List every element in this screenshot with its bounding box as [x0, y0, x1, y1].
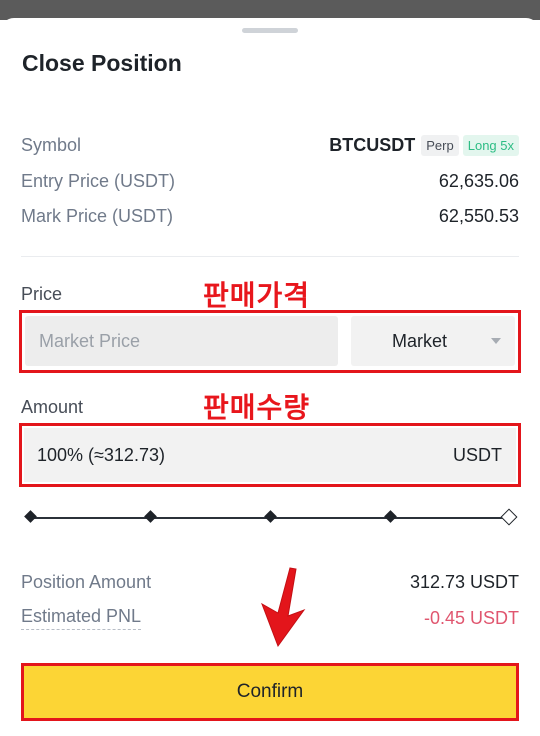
price-label: Price: [21, 284, 63, 304]
sheet-title: Close Position: [22, 50, 182, 76]
mark-price-value: 62,550.53: [438, 205, 519, 226]
amount-label: Amount: [21, 397, 84, 417]
symbol-row: Symbol BTCUSDT Perp Long 5x: [21, 132, 519, 158]
price-placeholder: Market Price: [39, 330, 141, 351]
mark-price-label: Mark Price (USDT): [21, 205, 173, 226]
price-annotation: 판매가격: [203, 279, 311, 312]
entry-price-value: 62,635.06: [438, 170, 519, 191]
position-amount-value: 312.73 USDT: [409, 571, 519, 592]
estimated-pnl-label[interactable]: Estimated PNL: [21, 606, 142, 630]
mark-price-row: Mark Price (USDT) 62,550.53: [21, 203, 519, 229]
caret-down-icon: [491, 338, 501, 344]
section-divider: [21, 256, 519, 257]
amount-unit: USDT: [453, 444, 502, 465]
drag-handle[interactable]: [242, 28, 298, 33]
price-input[interactable]: Market Price: [25, 316, 338, 366]
entry-price-label: Entry Price (USDT): [21, 170, 176, 191]
amount-value: 100% (≈312.73): [37, 444, 165, 465]
symbol-value-group: BTCUSDT Perp Long 5x: [329, 134, 519, 156]
order-type-value: Market: [392, 330, 448, 351]
order-type-select[interactable]: Market: [351, 316, 515, 366]
estimated-pnl-value: -0.45 USDT: [423, 607, 519, 628]
long-leverage-badge: Long 5x: [462, 134, 519, 156]
perp-badge: Perp: [421, 134, 459, 156]
symbol-label: Symbol: [21, 134, 82, 155]
entry-price-row: Entry Price (USDT) 62,635.06: [21, 168, 519, 194]
symbol-value: BTCUSDT: [329, 134, 416, 155]
position-amount-label: Position Amount: [21, 571, 152, 592]
confirm-button[interactable]: Confirm: [21, 663, 519, 721]
backdrop-overlay[interactable]: [0, 0, 540, 20]
red-arrow-annotation: [261, 567, 306, 648]
amount-annotation: 판매수량: [203, 391, 311, 424]
amount-input[interactable]: 100% (≈312.73) USDT: [24, 428, 516, 482]
